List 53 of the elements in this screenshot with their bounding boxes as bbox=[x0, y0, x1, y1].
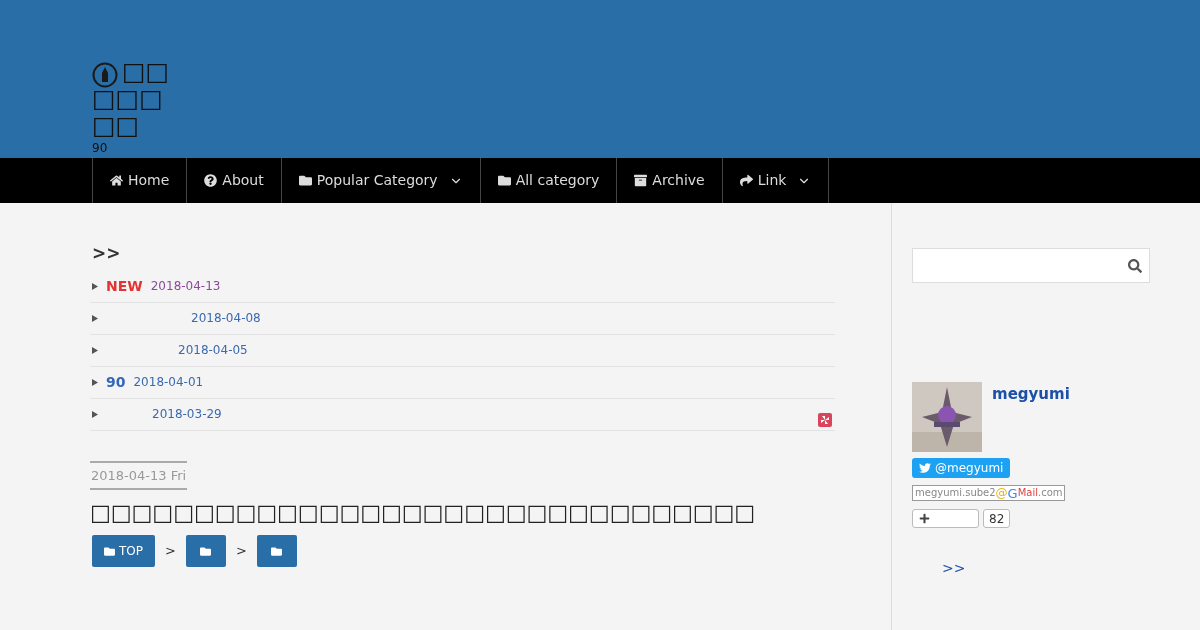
nav-item[interactable]: Link bbox=[722, 158, 830, 203]
nav-item[interactable]: All category bbox=[480, 158, 618, 203]
help-icon bbox=[204, 174, 218, 187]
folder-icon bbox=[200, 545, 212, 557]
post-list-row[interactable]: 90 2018-04-01 bbox=[90, 366, 835, 399]
follow-button[interactable] bbox=[912, 509, 979, 528]
post-list-row[interactable]: 2018-03-29 bbox=[90, 398, 835, 431]
folder-icon bbox=[271, 545, 283, 557]
breadcrumb-button[interactable]: TOP bbox=[92, 535, 155, 567]
count-label: 90 bbox=[106, 372, 126, 392]
post-list-row[interactable]: NEW 2018-04-13 bbox=[90, 270, 835, 303]
section-heading: >> bbox=[91, 242, 122, 265]
post-date: 2018-04-01 bbox=[133, 374, 204, 391]
folder-icon bbox=[298, 174, 312, 187]
breadcrumb-separator: > bbox=[235, 542, 247, 561]
post-date: 2018-04-08 bbox=[191, 310, 261, 327]
triangle-bullet-icon bbox=[92, 378, 98, 386]
breadcrumb-separator: > bbox=[165, 542, 176, 561]
new-label: NEW bbox=[106, 276, 143, 296]
search-icon[interactable] bbox=[1128, 258, 1142, 273]
triangle-bullet-icon bbox=[92, 346, 98, 354]
bird-icon bbox=[919, 462, 931, 474]
pen-nib-icon bbox=[92, 62, 118, 88]
nav-item[interactable]: About bbox=[187, 158, 282, 203]
nav-item[interactable]: Home bbox=[92, 158, 188, 203]
post-date: 2018-04-05 bbox=[178, 342, 248, 359]
post-title[interactable]: □□□□□□□□□□□□□□□□□□□□□□□□□□□□□□□□ bbox=[90, 496, 835, 529]
post-date: 2018-04-13 bbox=[150, 278, 221, 295]
share-arrow-icon bbox=[739, 174, 753, 187]
triangle-bullet-icon bbox=[92, 410, 98, 418]
triangle-bullet-icon bbox=[92, 282, 98, 290]
triangle-bullet-icon bbox=[92, 314, 98, 322]
email-address: megyumi.sube2@GMail.com bbox=[912, 485, 1065, 501]
nav-item[interactable]: Archive bbox=[617, 158, 723, 203]
site-subtitle: 90 bbox=[92, 141, 108, 155]
post-date-label: 2018-04-13 Fri bbox=[90, 460, 188, 490]
site-title[interactable]: □□□□□□□ bbox=[92, 58, 172, 139]
profile-name[interactable]: megyumi bbox=[992, 383, 1070, 452]
post-date: 2018-03-29 bbox=[152, 406, 222, 423]
breadcrumb-button[interactable] bbox=[256, 535, 297, 567]
follower-count: 82 bbox=[983, 509, 1011, 528]
plus-icon bbox=[919, 513, 930, 524]
more-link[interactable]: >> bbox=[942, 558, 1172, 579]
post-list-row[interactable]: 2018-04-08 bbox=[90, 302, 835, 335]
folder-icon bbox=[104, 545, 115, 557]
home-icon bbox=[110, 174, 123, 187]
folder-icon bbox=[497, 174, 511, 187]
post-list-row[interactable]: 2018-04-05 bbox=[90, 334, 835, 367]
pinwheel-icon[interactable] bbox=[818, 412, 832, 427]
archive-icon bbox=[634, 174, 648, 187]
nav-item[interactable]: Popular Category bbox=[281, 158, 481, 203]
breadcrumb-button[interactable] bbox=[185, 535, 226, 567]
search-field[interactable] bbox=[912, 248, 1150, 283]
